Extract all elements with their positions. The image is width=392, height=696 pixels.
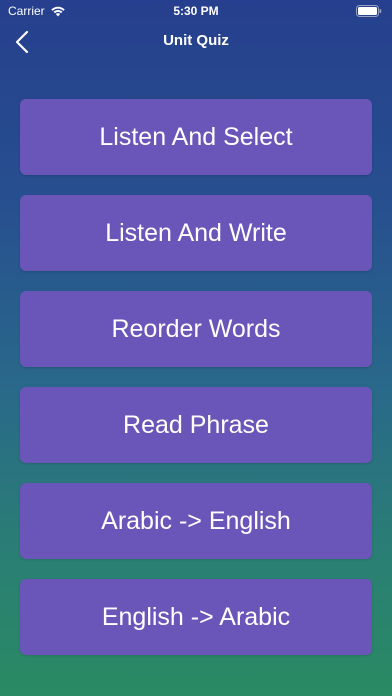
listen-and-write-button[interactable]: Listen And Write [20,195,372,271]
button-label: Listen And Write [105,218,287,247]
button-label: English -> Arabic [101,602,291,631]
battery-icon [356,5,382,17]
quiz-screen: Carrier 5:30 PM Unit Quiz Listen And Sel… [0,0,392,696]
listen-and-select-button[interactable]: Listen And Select [20,99,372,175]
page-title: Unit Quiz [163,32,229,49]
quiz-menu: Listen And Select Listen And Write Reord… [20,99,372,675]
arabic-to-english-button[interactable]: Arabic -> English [20,483,372,559]
reorder-words-button[interactable]: Reorder Words [20,291,372,367]
navigation-bar: Unit Quiz [0,22,392,62]
button-label: Listen And Select [99,122,293,151]
status-bar: Carrier 5:30 PM [0,0,392,22]
status-time: 5:30 PM [173,4,219,18]
button-label: Arabic -> English [101,506,291,535]
english-to-arabic-button[interactable]: English -> Arabic [20,579,372,655]
read-phrase-button[interactable]: Read Phrase [20,387,372,463]
button-label: Read Phrase [123,410,269,439]
button-label: Reorder Words [111,314,281,343]
